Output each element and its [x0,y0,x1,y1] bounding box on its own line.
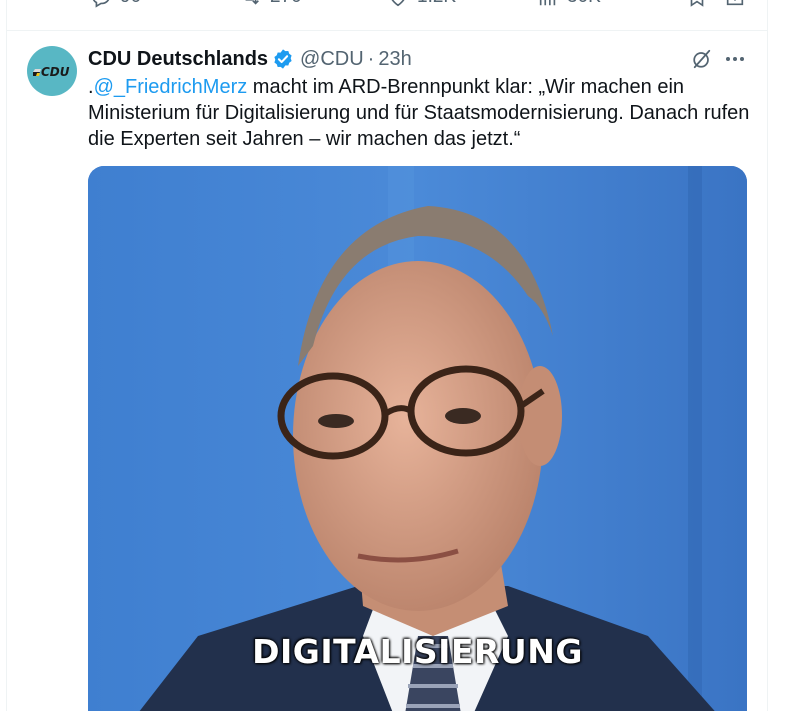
tweet-divider [7,30,767,31]
repost-count: 270 [270,0,302,8]
reply-icon [92,0,110,8]
mention-link[interactable]: @_FriedrichMerz [94,76,248,98]
more-options-icon[interactable] [723,48,747,70]
svg-text:CDU: CDU [41,65,70,79]
bookmark-button[interactable] [686,0,708,8]
share-button[interactable] [724,0,746,8]
verified-badge-icon [274,49,292,69]
cdu-logo: CDU [33,65,70,79]
reply-button[interactable]: 90 [90,0,141,8]
previous-tweet-actions: 90 270 1.2K 30K [0,0,800,14]
timeline-left-border [6,0,7,711]
tweet-text: .@_FriedrichMerz macht im ARD-Brennpunkt… [88,74,758,152]
author-handle[interactable]: @CDU [300,48,364,71]
heart-icon [391,0,405,7]
repost-icon [245,0,259,5]
timestamp[interactable]: 23h [378,48,411,71]
avatar[interactable]: CDU [27,46,77,96]
like-button[interactable]: 1.2K [387,0,456,8]
author-name[interactable]: CDU Deutschlands [88,48,268,71]
views-count: 30K [567,0,601,8]
like-count: 1.2K [417,0,456,8]
video-caption: DIGITALISIERUNG [252,632,583,671]
views-icon [539,0,556,6]
timeline-right-border [767,0,768,711]
video-frame-illustration [88,166,747,711]
tweet-header: CDU Deutschlands @CDU · 23h [88,44,412,74]
share-icon [726,0,744,6]
repost-button[interactable]: 270 [240,0,302,8]
bookmark-icon [690,0,704,7]
views-button[interactable]: 30K [537,0,601,8]
reply-count: 90 [120,0,141,8]
separator-dot: · [367,47,375,70]
tweet-media[interactable]: DIGITALISIERUNG [88,166,747,711]
grok-icon[interactable] [691,48,713,70]
